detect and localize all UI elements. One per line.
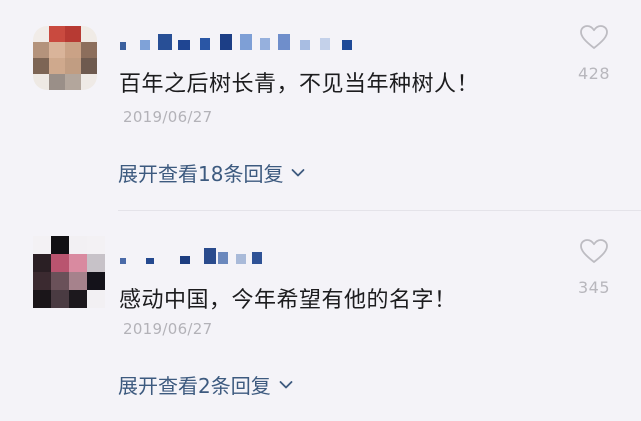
like-count: 428 bbox=[577, 64, 611, 83]
like-button[interactable]: 428 bbox=[569, 24, 619, 83]
chevron-down-icon bbox=[292, 168, 305, 176]
comment-item: 感动中国，今年希望有他的名字！ 2019/06/27 展开查看2条回复 345 bbox=[0, 212, 641, 421]
comment-date: 2019/06/27 bbox=[123, 108, 213, 126]
username-blurred[interactable] bbox=[120, 248, 280, 264]
expand-replies-label: 展开查看18条回复 bbox=[118, 162, 284, 186]
like-count: 345 bbox=[577, 278, 611, 297]
comment-divider bbox=[118, 210, 641, 211]
like-button[interactable]: 345 bbox=[569, 238, 619, 297]
comment-text: 百年之后树长青，不见当年种树人！ bbox=[119, 72, 480, 97]
chevron-down-icon bbox=[279, 380, 293, 388]
comment-item: 百年之后树长青，不见当年种树人！ 2019/06/27 展开查看18条回复 42… bbox=[0, 0, 641, 210]
avatar[interactable] bbox=[33, 26, 97, 90]
heart-outline-icon bbox=[580, 239, 608, 263]
heart-outline-icon bbox=[580, 25, 608, 49]
comment-text: 感动中国，今年希望有他的名字！ bbox=[119, 288, 457, 313]
expand-replies-button[interactable]: 展开查看18条回复 bbox=[118, 158, 305, 187]
expand-replies-button[interactable]: 展开查看2条回复 bbox=[118, 370, 293, 399]
avatar[interactable] bbox=[33, 236, 105, 308]
expand-replies-label: 展开查看2条回复 bbox=[118, 374, 271, 398]
comment-date: 2019/06/27 bbox=[123, 320, 213, 338]
username-blurred[interactable] bbox=[120, 34, 380, 50]
